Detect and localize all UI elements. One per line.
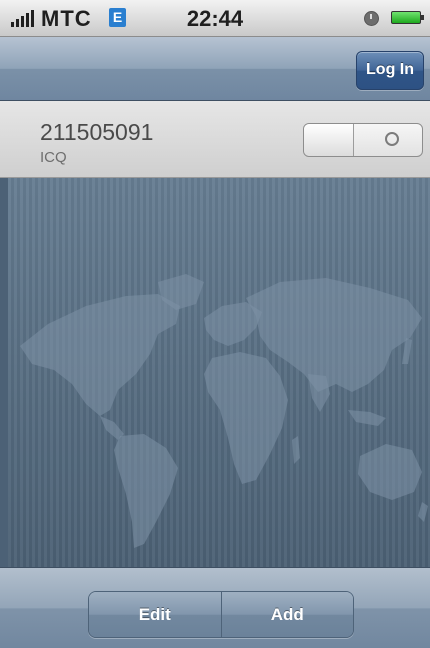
- account-enabled-switch[interactable]: [303, 123, 423, 157]
- edit-button[interactable]: Edit: [89, 592, 221, 637]
- content-area: [8, 178, 430, 567]
- navigation-bar: Log In: [0, 37, 430, 101]
- status-bar: MTC E 22:44: [0, 0, 430, 37]
- app-screen: MTC E 22:44 Log In 211505091 ICQ Edit Ad…: [0, 0, 430, 648]
- world-map-icon: [20, 274, 428, 548]
- account-row[interactable]: 211505091 ICQ: [0, 101, 430, 178]
- alarm-clock-icon: [364, 11, 379, 26]
- add-button[interactable]: Add: [220, 592, 353, 637]
- bottom-toolbar: Edit Add: [0, 567, 430, 648]
- account-service: ICQ: [40, 149, 67, 166]
- battery-icon: [391, 11, 424, 24]
- edit-add-segmented-control: Edit Add: [88, 591, 354, 638]
- switch-knob[interactable]: [304, 124, 354, 156]
- login-button[interactable]: Log In: [356, 51, 424, 90]
- off-indicator-icon: [385, 132, 399, 146]
- content-edge: [0, 178, 8, 567]
- account-number: 211505091: [40, 119, 154, 145]
